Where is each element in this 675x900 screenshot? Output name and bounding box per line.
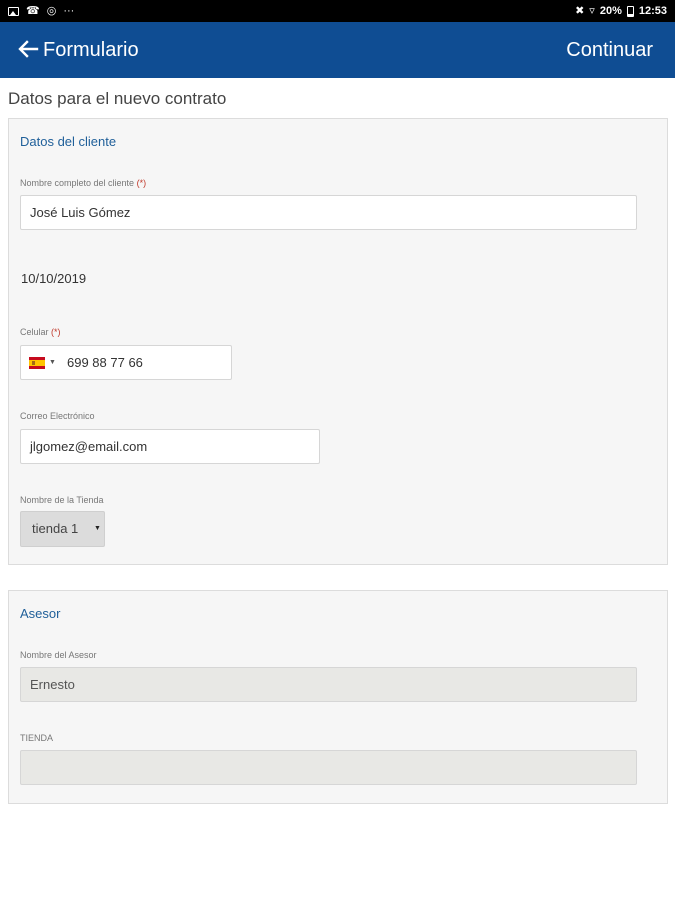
- asesor-name-label: Nombre del Asesor: [20, 650, 97, 660]
- client-data-panel: Datos del cliente Nombre completo del cl…: [8, 118, 668, 565]
- contract-date: 10/10/2019: [21, 271, 87, 286]
- asesor-name-input: Ernesto: [20, 667, 637, 702]
- clock: 12:53: [638, 5, 667, 17]
- app-bar: Formulario Continuar: [0, 22, 675, 78]
- email-value: jlgomez@email.com: [30, 439, 148, 454]
- page-heading: Datos para el nuevo contrato: [8, 89, 227, 108]
- mute-icon: ✖: [575, 5, 585, 17]
- store-select[interactable]: tienda 1 ▼: [20, 511, 105, 547]
- chevron-down-icon: ▼: [94, 525, 101, 532]
- asesor-store-label: TIENDA: [20, 733, 54, 743]
- status-bar-notifications: ☎ ◎ ···: [8, 4, 74, 18]
- full-name-label: Nombre completo del cliente (*): [20, 178, 147, 188]
- asesor-panel: Asesor Nombre del Asesor Ernesto TIENDA: [8, 590, 668, 804]
- status-bar-system: ✖ ▿ 20% 12:53: [575, 4, 667, 18]
- continue-button[interactable]: Continuar: [566, 37, 653, 63]
- asesor-name-value: Ernesto: [30, 677, 75, 692]
- email-label: Correo Electrónico: [20, 411, 95, 421]
- store-selected-value: tienda 1: [32, 521, 79, 536]
- full-name-input[interactable]: José Luis Gómez: [20, 195, 637, 230]
- battery-percent: 20%: [599, 5, 622, 17]
- whatsapp-icon: ◎: [46, 5, 57, 17]
- more-notifications-icon: ···: [63, 5, 75, 17]
- phone-input[interactable]: ▼ 699 88 77 66: [20, 345, 232, 380]
- battery-icon: [626, 5, 634, 17]
- spain-flag-icon[interactable]: [29, 357, 45, 369]
- email-input[interactable]: jlgomez@email.com: [20, 429, 320, 464]
- image-icon: [8, 6, 19, 16]
- asesor-section-title: Asesor: [20, 606, 61, 621]
- wifi-icon: ▿: [589, 5, 595, 17]
- status-bar: ☎ ◎ ··· ✖ ▿ 20% 12:53: [0, 0, 675, 22]
- app-bar-title: Formulario: [43, 39, 139, 61]
- country-dropdown-caret-icon[interactable]: ▼: [49, 346, 56, 379]
- asesor-store-input: [20, 750, 637, 785]
- wifi-calling-icon: ☎: [26, 5, 40, 17]
- client-section-title: Datos del cliente: [20, 134, 117, 149]
- phone-label: Celular (*): [20, 327, 61, 337]
- full-name-value: José Luis Gómez: [30, 205, 131, 220]
- phone-value: 699 88 77 66: [67, 355, 143, 370]
- back-arrow-icon[interactable]: [17, 38, 39, 60]
- required-mark: (*): [51, 327, 61, 337]
- required-mark: (*): [136, 178, 147, 188]
- store-name-label: Nombre de la Tienda: [20, 495, 104, 505]
